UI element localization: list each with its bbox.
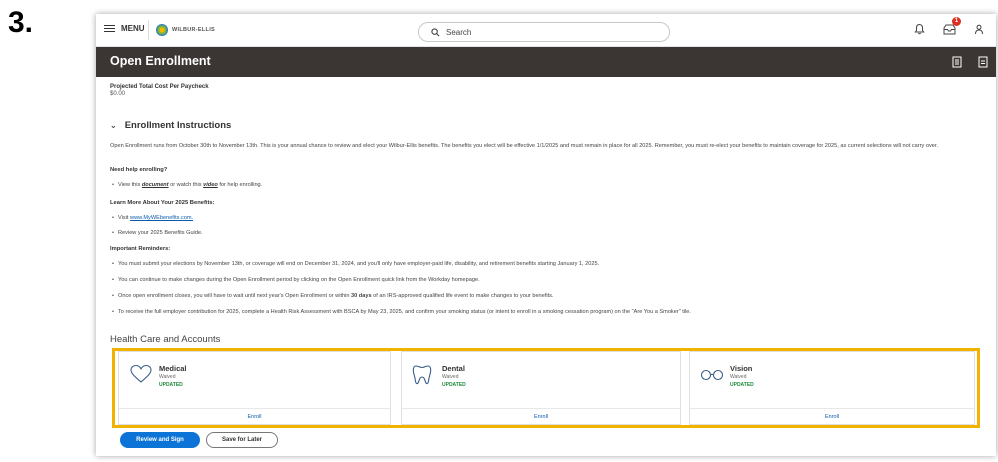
reminders-heading: Important Reminders: bbox=[110, 246, 171, 252]
save-for-later-button[interactable]: Save for Later bbox=[206, 432, 278, 448]
benefits-site-link[interactable]: www.MyWEbenefits.com. bbox=[130, 215, 193, 221]
menu-label: MENU bbox=[121, 24, 145, 33]
document-link[interactable]: document bbox=[142, 182, 169, 188]
page-title-bar: Open Enrollment bbox=[96, 47, 996, 77]
pdf-icon[interactable] bbox=[978, 55, 988, 73]
instructions-intro: Open Enrollment runs from October 30th t… bbox=[110, 143, 938, 149]
main-content: Projected Total Cost Per Paycheck $0.00 … bbox=[110, 84, 980, 315]
menu-button[interactable]: MENU bbox=[104, 24, 145, 33]
inbox-icon[interactable]: 1 bbox=[942, 17, 961, 36]
page-title: Open Enrollment bbox=[110, 54, 211, 68]
reminder-3-suffix: of an IRS-approved qualified life event … bbox=[373, 293, 554, 299]
help-heading: Need help enrolling? bbox=[110, 167, 168, 173]
reminder-3-bold: 30 days bbox=[351, 293, 372, 299]
video-link[interactable]: video bbox=[203, 182, 218, 188]
title-actions bbox=[952, 55, 988, 73]
help-prefix: View this bbox=[118, 182, 141, 188]
company-logo[interactable]: WILBUR-ELLIS bbox=[156, 24, 215, 36]
hamburger-icon bbox=[104, 24, 115, 33]
bell-icon[interactable] bbox=[912, 22, 926, 36]
chevron-down-icon: ⌄ bbox=[110, 121, 117, 130]
learn-heading: Learn More About Your 2025 Benefits: bbox=[110, 200, 215, 206]
review-and-sign-button[interactable]: Review and Sign bbox=[120, 432, 200, 448]
highlight-box bbox=[112, 348, 980, 428]
help-middle: or watch this bbox=[170, 182, 202, 188]
top-icons: 1 bbox=[912, 17, 986, 36]
visit-prefix: Visit bbox=[118, 215, 129, 221]
cost-value: $0.00 bbox=[110, 91, 126, 97]
help-suffix: for help enrolling. bbox=[219, 182, 263, 188]
search-icon bbox=[431, 27, 440, 36]
divider bbox=[148, 20, 149, 40]
reminder-4: To receive the full employer contributio… bbox=[112, 309, 691, 315]
learn-review-bullet: Review your 2025 Benefits Guide. bbox=[112, 230, 203, 236]
search-placeholder: Search bbox=[446, 27, 472, 37]
instructions-heading: Enrollment Instructions bbox=[124, 120, 232, 131]
reminder-1: You must submit your elections by Novemb… bbox=[112, 261, 599, 267]
logo-text: WILBUR-ELLIS bbox=[172, 27, 216, 33]
logo-icon bbox=[156, 24, 168, 36]
step-number: 3. bbox=[8, 6, 34, 39]
health-care-heading: Health Care and Accounts bbox=[110, 334, 221, 345]
learn-visit-bullet: Visit www.MyWEbenefits.com. bbox=[112, 215, 193, 221]
help-bullet: View this document or watch this video f… bbox=[112, 182, 263, 188]
notification-badge: 1 bbox=[952, 17, 961, 26]
reminder-2: You can continue to make changes during … bbox=[112, 277, 480, 283]
reminder-3-prefix: Once open enrollment closes, you will ha… bbox=[118, 293, 350, 299]
user-icon[interactable] bbox=[972, 22, 986, 36]
workday-window: MENU WILBUR-ELLIS Search 1 Open Enrollme… bbox=[96, 14, 996, 456]
export-to-excel-icon[interactable] bbox=[952, 55, 962, 73]
reminder-3: Once open enrollment closes, you will ha… bbox=[112, 293, 554, 299]
instructions-header[interactable]: ⌄ Enrollment Instructions bbox=[110, 120, 231, 131]
search-input[interactable]: Search bbox=[418, 22, 670, 42]
top-bar: MENU WILBUR-ELLIS Search 1 bbox=[96, 14, 996, 47]
cost-label: Projected Total Cost Per Paycheck bbox=[110, 84, 209, 90]
